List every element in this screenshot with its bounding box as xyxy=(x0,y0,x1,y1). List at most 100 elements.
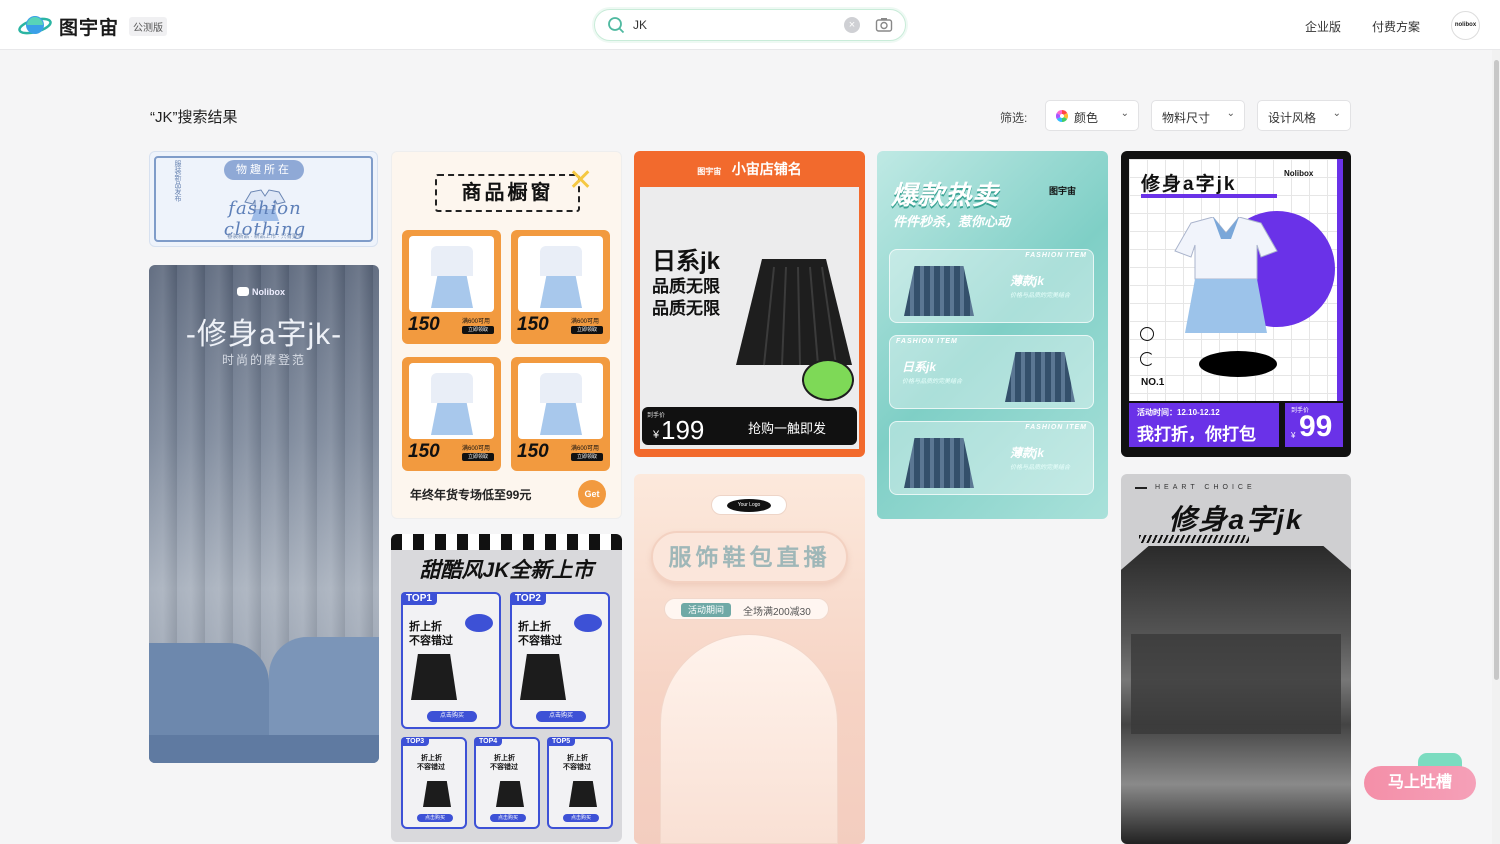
item-label: FASHION ITEM xyxy=(896,338,958,345)
coupon-button[interactable]: 立即领取 xyxy=(571,453,603,461)
search-icon[interactable] xyxy=(607,16,625,34)
side-bar xyxy=(1337,159,1343,401)
top-rank: TOP2 xyxy=(510,592,546,605)
mountain-shadow xyxy=(1131,634,1341,734)
promo-line2: 不容错过 xyxy=(518,635,562,647)
item-desc: 价格与品质的完美结合 xyxy=(902,379,963,385)
shirt-shape xyxy=(540,373,582,403)
product-tile[interactable]: 150 满600可用 立即领取 xyxy=(511,357,610,471)
top-rank: TOP3 xyxy=(401,737,430,746)
item-label: FASHION ITEM xyxy=(1025,252,1087,259)
result-card-purple-poster[interactable]: 修身a字jk Nolibox NO.1 活动时间：12.10-12.12 我打折… xyxy=(1121,151,1351,457)
skirt-shape xyxy=(540,276,582,308)
coupon-text: 满600可用 xyxy=(571,446,600,452)
result-card-livestream[interactable]: Your Logo 服饰鞋包直播 活动期间 全场满200减30 xyxy=(634,474,865,844)
item-name: 薄款jk xyxy=(1010,446,1045,460)
buy-button[interactable]: 点击购买 xyxy=(536,711,586,722)
result-card-mountain-poster[interactable]: HEART CHOICE 修身a字jk xyxy=(1121,474,1351,844)
your-logo: Your Logo xyxy=(727,499,771,512)
coupon-button[interactable]: 立即领取 xyxy=(462,453,494,461)
slogan-text: 我打折，你打包 xyxy=(1137,425,1256,444)
product-tile[interactable]: 150 满600可用 立即领取 xyxy=(511,230,610,344)
result-card-curtain-poster[interactable]: Nolibox -修身a字jk- 时尚的摩登范 xyxy=(149,265,379,763)
promo-line2: 不容错过 xyxy=(490,764,518,771)
live-title: 服饰鞋包直播 xyxy=(651,531,848,583)
product-tile[interactable]: 150 满600可用 立即领取 xyxy=(402,230,501,344)
item-row[interactable]: FASHION ITEM 薄款jk 价格与品质的完美结合 xyxy=(889,421,1094,495)
price-currency: ¥ xyxy=(653,429,660,441)
planet-logo-icon[interactable] xyxy=(18,11,52,39)
buy-button[interactable]: 点击购买 xyxy=(417,814,453,822)
skirt-image xyxy=(411,654,457,700)
plaid-skirt-image xyxy=(1005,352,1075,402)
result-card-fashion-banner[interactable]: 物趣所在 服装新品发布 fashion clothing 春装新品 · 新品上市… xyxy=(149,151,378,247)
avatar[interactable]: nolibox xyxy=(1451,11,1480,40)
buy-button[interactable]: 点击购买 xyxy=(490,814,526,822)
scrollbar-thumb[interactable] xyxy=(1494,60,1499,680)
promo-tag: 活动期间 xyxy=(681,603,731,617)
arch-frame xyxy=(660,634,838,844)
clear-icon[interactable]: × xyxy=(844,17,860,33)
eyebrow-dash xyxy=(1135,487,1147,489)
window-footer: 年终年货专场低至99元 xyxy=(410,488,532,502)
price-cta: 抢购一触即发 xyxy=(748,421,827,436)
feedback-button[interactable]: 马上吐槽 xyxy=(1364,766,1476,800)
poster-brand-text: Nolibox xyxy=(252,287,285,297)
hot-subtitle: 件件秒杀，惹你心动 xyxy=(893,214,1011,229)
item-desc: 价格与品质的完美结合 xyxy=(1010,465,1071,471)
poster-brand: Nolibox xyxy=(237,287,285,297)
top-item[interactable]: TOP3 折上折 不容错过 点击购买 xyxy=(401,737,467,829)
skirt-image xyxy=(496,781,524,807)
filter-color-dropdown[interactable]: 颜色 ⌄ xyxy=(1045,100,1139,131)
item-row[interactable]: FASHION ITEM 薄款jk 价格与品质的完美结合 xyxy=(889,249,1094,323)
skirt-shape xyxy=(431,276,473,308)
buy-button[interactable]: 点击购买 xyxy=(563,814,599,822)
purple-title: 修身a字jk xyxy=(1141,174,1237,195)
banner-side-text: 服装新品发布 xyxy=(174,160,181,202)
promo-text: 全场满200减30 xyxy=(743,607,811,618)
podium-base xyxy=(149,735,379,763)
result-card-product-window[interactable]: 商品橱窗 ✕ 150 满600可用 立即领取 150 满600可用 立即领取 150 满600… xyxy=(391,151,622,519)
search-input[interactable]: JK xyxy=(633,18,647,32)
top-item[interactable]: TOP1 折上折 不容错过 点击购买 xyxy=(401,592,501,729)
coupon-button[interactable]: 立即领取 xyxy=(462,326,494,334)
top-item[interactable]: TOP4 折上折 不容错过 点击购买 xyxy=(474,737,540,829)
result-card-hot-sale[interactable]: 爆款热卖 件件秒杀，惹你心动 图宇宙 FASHION ITEM 薄款jk 价格与品质… xyxy=(877,151,1108,519)
pleated-skirt-image xyxy=(736,259,852,366)
item-row[interactable]: FASHION ITEM 日系jk 价格与品质的完美结合 xyxy=(889,335,1094,409)
globe-icon xyxy=(1140,327,1154,341)
shirt-shape xyxy=(431,246,473,276)
title-underline xyxy=(1141,194,1277,198)
coupon-text: 满600可用 xyxy=(462,446,491,452)
buy-button[interactable]: 点击购买 xyxy=(427,711,477,722)
top-item[interactable]: TOP2 折上折 不容错过 点击购买 xyxy=(510,592,610,729)
jk-uniform-image xyxy=(1174,217,1278,333)
planet-icon xyxy=(465,614,493,632)
price-value: 99 xyxy=(1299,410,1333,443)
nav-pricing[interactable]: 付费方案 xyxy=(1372,18,1420,35)
poster-title: -修身a字jk- xyxy=(185,318,343,351)
item-name: 薄款jk xyxy=(1010,274,1045,288)
top-item[interactable]: TOP5 折上折 不容错过 点击购买 xyxy=(547,737,613,829)
filter-size-label: 物料尺寸 xyxy=(1162,111,1211,125)
poster-subtitle: 时尚的摩登范 xyxy=(221,353,306,367)
sparkle-icon: ✕ xyxy=(568,164,594,197)
nav-enterprise[interactable]: 企业版 xyxy=(1305,18,1341,35)
coupon-text: 满600可用 xyxy=(462,319,491,325)
camera-icon[interactable] xyxy=(875,16,893,34)
product-price: 150 xyxy=(517,314,549,335)
filter-style-dropdown[interactable]: 设计风格 ⌄ xyxy=(1257,100,1351,131)
search-bar[interactable]: JK × xyxy=(594,9,906,41)
product-tile[interactable]: 150 满600可用 立即领取 xyxy=(402,357,501,471)
filter-size-dropdown[interactable]: 物料尺寸 ⌄ xyxy=(1151,100,1245,131)
skirt-image xyxy=(520,654,566,700)
coupon-button[interactable]: 立即领取 xyxy=(571,326,603,334)
banner-top-label: 物趣所在 xyxy=(224,160,304,180)
chevron-down-icon: ⌄ xyxy=(1332,108,1341,119)
brand-name[interactable]: 图宇宙 xyxy=(59,13,119,40)
color-wheel-icon xyxy=(1056,110,1068,122)
beta-badge: 公测版 xyxy=(129,17,167,36)
planet-icon xyxy=(574,614,602,632)
result-card-sweet-jk[interactable]: 甜酷风JK全新上市 TOP1 折上折 不容错过 点击购买 TOP2 折上折 不容错过 点击购买… xyxy=(391,534,622,842)
result-card-shop-poster[interactable]: 图宇宙 小宙店铺名 日系jk 品质无限 品质无限 到手价 ¥ 199 抢购一触即… xyxy=(634,151,865,457)
